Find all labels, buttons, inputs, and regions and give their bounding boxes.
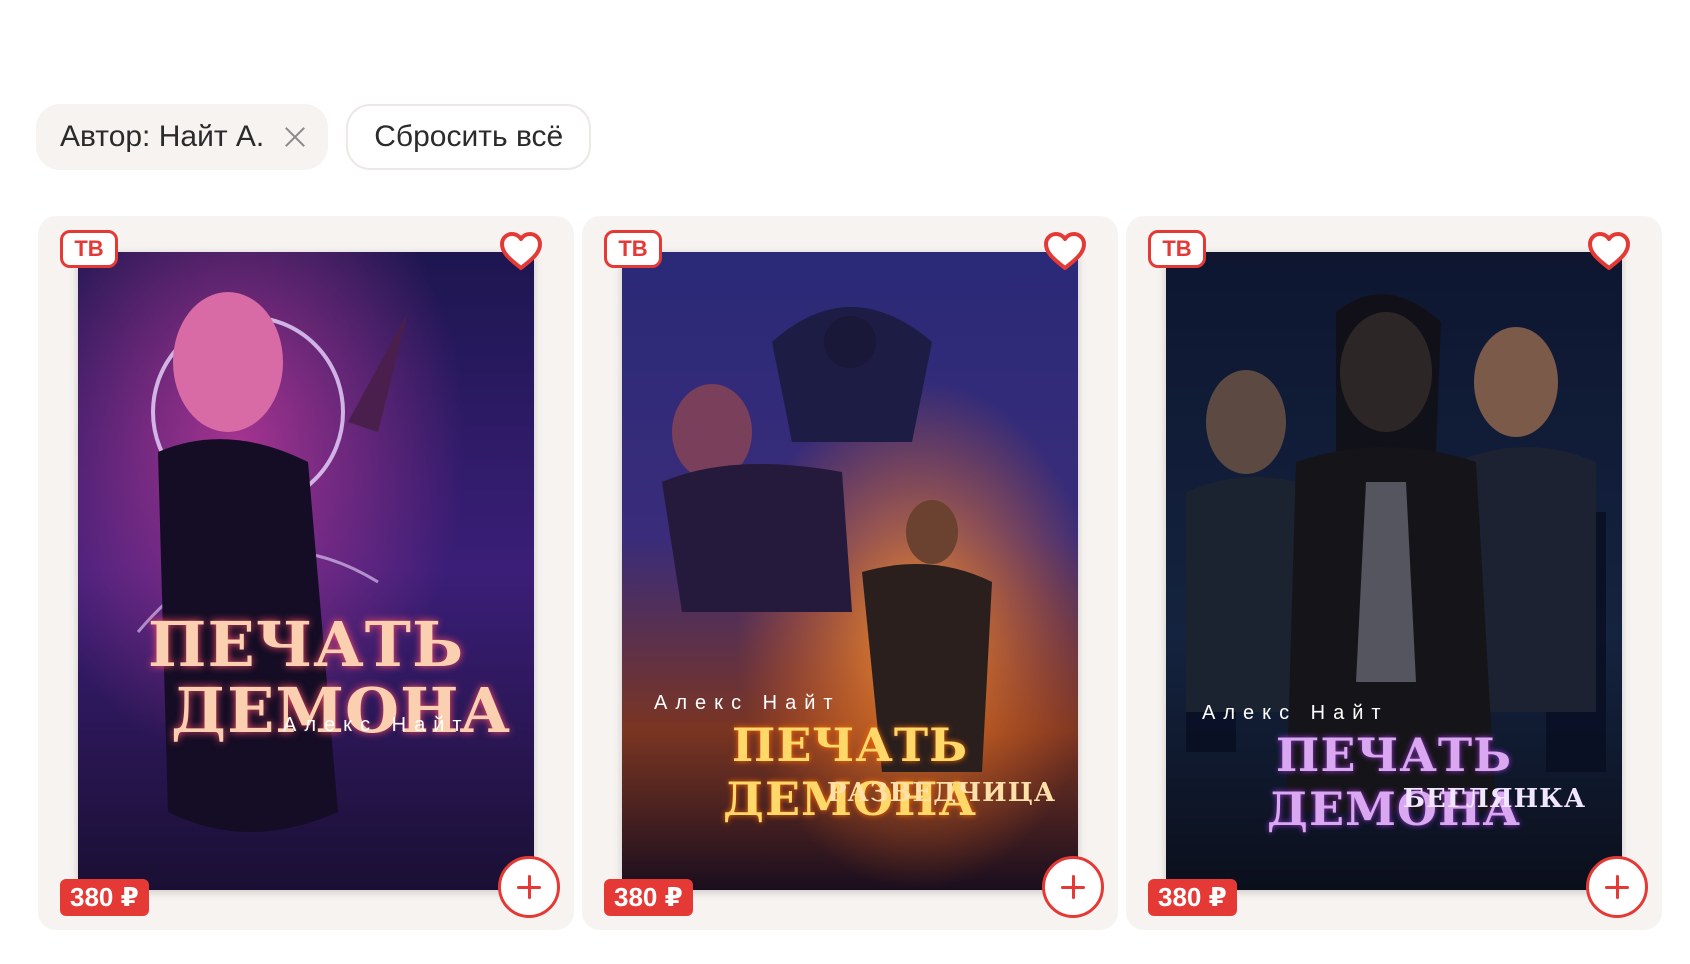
- add-to-cart-button[interactable]: [498, 856, 560, 918]
- tv-badge: ТВ: [60, 230, 118, 268]
- cover-title: ПЕЧАТЬ ДЕМОНА: [723, 718, 977, 826]
- cover-subtitle: БЕГЛЯНКА: [1402, 784, 1586, 814]
- book-cover-image[interactable]: ПЕЧАТЬ ДЕМОНА Алекс Найт: [78, 252, 534, 890]
- tv-badge: ТВ: [604, 230, 662, 268]
- book-cover-image[interactable]: Алекс Найт ПЕЧАТЬ ДЕМОНА БЕГЛЯНКА: [1166, 252, 1622, 890]
- price-badge: 380 ₽: [60, 879, 149, 916]
- book-card[interactable]: ТВ: [38, 216, 574, 930]
- reset-all-button[interactable]: Сбросить всё: [346, 104, 592, 170]
- price-badge: 380 ₽: [604, 879, 693, 916]
- heart-icon[interactable]: [1586, 230, 1632, 272]
- book-card[interactable]: ТВ: [582, 216, 1118, 930]
- cover-title: ПЕЧАТЬ ДЕМОНА: [1267, 728, 1521, 836]
- book-card[interactable]: ТВ: [1126, 216, 1662, 930]
- add-to-cart-button[interactable]: [1042, 856, 1104, 918]
- cover-subtitle: РАЗВЕДЧИЦА: [827, 778, 1056, 808]
- heart-icon[interactable]: [498, 230, 544, 272]
- cover-title-line1: ПЕЧАТЬ: [147, 608, 465, 681]
- author-filter-chip[interactable]: Автор: Найт А.: [36, 104, 329, 170]
- cover-author: Алекс Найт: [654, 692, 841, 714]
- author-filter-label: Автор: Найт А.: [60, 120, 265, 153]
- price-badge: 380 ₽: [1148, 879, 1237, 916]
- close-icon[interactable]: [282, 124, 308, 150]
- cover-author: Алекс Найт: [1202, 702, 1389, 724]
- book-grid: ТВ ПЕЧАТЬ ДЕМОНА Алекс Найт 380 ₽ ТВ Але…: [38, 216, 1662, 930]
- cover-art: [78, 252, 534, 890]
- filter-bar: Автор: Найт А. Сбросить всё: [36, 104, 592, 170]
- tv-badge: ТВ: [1148, 230, 1206, 268]
- heart-icon[interactable]: [1042, 230, 1088, 272]
- add-to-cart-button[interactable]: [1586, 856, 1648, 918]
- book-cover-image[interactable]: Алекс Найт ПЕЧАТЬ ДЕМОНА РАЗВЕДЧИЦА: [622, 252, 1078, 890]
- cover-author: Алекс Найт: [283, 714, 470, 736]
